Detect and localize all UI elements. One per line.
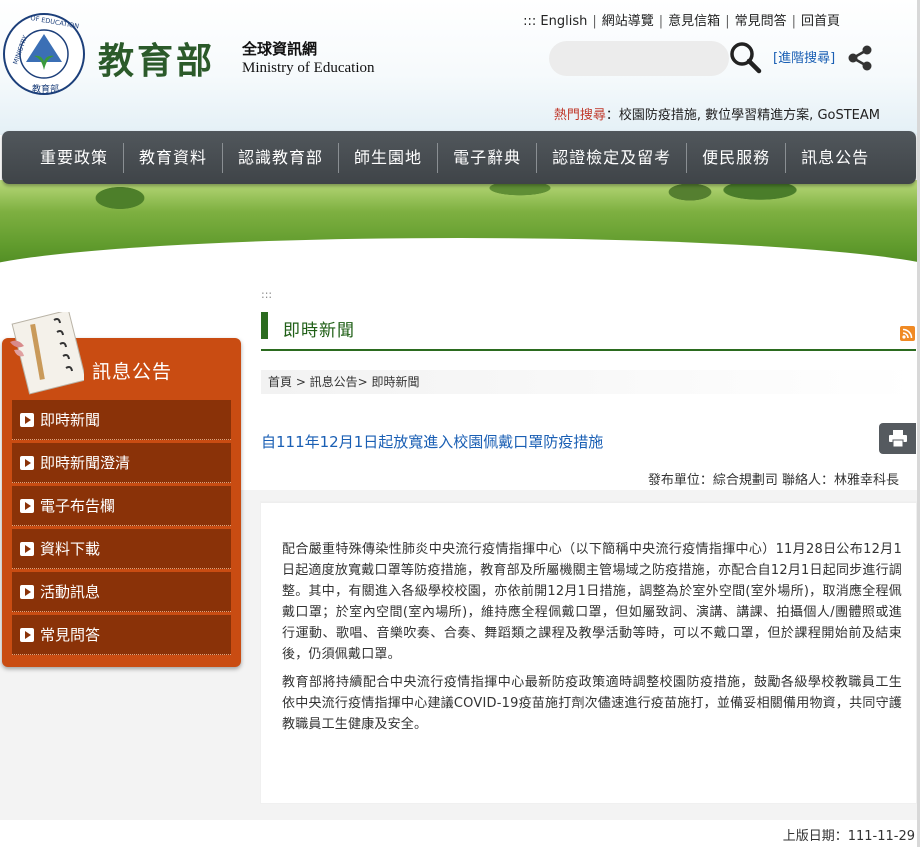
share-icon[interactable] [846,44,874,72]
rss-icon[interactable] [900,326,915,341]
nav-item-campus[interactable]: 師生園地 [339,142,439,173]
accesskey-marker[interactable]: ::: [261,288,272,301]
sidebar: 訊息公告 即時新聞 即時新聞澄清 電子布告欄 資料下載 活動訊息 常見問答 [2,312,241,667]
divider [261,349,916,351]
arrow-bullet-icon [20,585,34,599]
publisher-info: 發布單位：綜合規劃司 聯絡人：林雅幸科長 [647,473,899,488]
article-paragraph: 教育部將持續配合中央流行疫情指揮中心最新防疫政策適時調整校園防疫措施，鼓勵各級學… [282,675,902,732]
hero-banner [0,180,920,270]
advanced-search-link[interactable]: [進階搜尋] [773,47,835,66]
top-link-feedback[interactable]: 意見信箱 [668,14,720,29]
arrow-bullet-icon [20,499,34,513]
divider: | [592,14,597,29]
page-title: 即時新聞 [283,321,355,341]
sidebar-item-label: 電子布告欄 [40,497,116,515]
article-title: 自111年12月1日起放寬進入校園佩戴口罩防疫措施 [261,433,604,451]
nav-item-services[interactable]: 便民服務 [687,142,787,173]
arrow-bullet-icon [20,542,34,556]
sidebar-item-label: 資料下載 [40,540,101,558]
arrow-bullet-icon [20,456,34,470]
top-link-home[interactable]: 回首頁 [801,14,840,29]
banner-curve [0,238,920,270]
divider: | [658,14,664,29]
article-paragraph: 配合嚴重特殊傳染性肺炎中央流行疫情指揮中心（以下簡稱中央流行疫情指揮中心）11月… [282,542,902,662]
sidebar-item-label: 即時新聞澄清 [40,454,131,472]
sidebar-item-events[interactable]: 活動訊息 [12,572,231,612]
logo-english: Ministry of Education [242,60,375,76]
sidebar-item-news-clarification[interactable]: 即時新聞澄清 [12,443,231,483]
main-nav: 重要政策 教育資料 認識教育部 師生園地 電子辭典 認證檢定及留考 便民服務 訊… [2,131,916,184]
search-icon[interactable] [728,40,762,74]
banner-trees [0,180,920,220]
sidebar-item-bulletin[interactable]: 電子布告欄 [12,486,231,526]
nav-item-certification[interactable]: 認證檢定及留考 [537,142,688,173]
title-accent-bar [261,312,268,339]
print-button[interactable] [879,423,916,454]
sidebar-item-downloads[interactable]: 資料下載 [12,529,231,569]
sidebar-item-faq[interactable]: 常見問答 [12,615,231,655]
sidebar-item-label: 即時新聞 [40,411,101,429]
search-input[interactable] [549,41,729,76]
sidebar-item-label: 活動訊息 [40,583,101,601]
arrow-bullet-icon [20,628,34,642]
divider: | [725,14,730,29]
hot-search-label: 熱門搜尋 [553,108,606,123]
printer-icon [889,430,907,447]
post-date: 上版日期：111-11-29 [782,829,915,844]
moe-seal-logo[interactable]: MINISTRY OF EDUCATION 教育部 [2,12,86,96]
top-link-faq[interactable]: 常見問答 [735,14,787,29]
notebook-pen-icon [10,312,84,395]
logo-portal-name: 全球資訊網 [242,40,318,58]
site-header: MINISTRY OF EDUCATION 教育部 教育部 全球資訊網 Mini… [0,0,920,135]
svg-text:教育部: 教育部 [32,83,59,95]
nav-item-policy[interactable]: 重要政策 [25,142,125,173]
divider: | [791,14,796,29]
nav-item-announcements[interactable]: 訊息公告 [786,143,884,173]
hot-search-terms[interactable]: ：校園防疫措施, 數位學習精進方案, GoSTEAM [606,108,880,123]
nav-item-about[interactable]: 認識教育部 [223,142,340,173]
sidebar-title: 訊息公告 [92,361,173,383]
nav-item-dictionary[interactable]: 電子辭典 [438,142,538,173]
sidebar-item-label: 常見問答 [40,626,101,644]
logo-chinese[interactable]: 教育部 [98,32,215,84]
top-link-english[interactable]: ::: English [523,14,587,29]
top-link-sitemap[interactable]: 網站導覽 [602,14,654,29]
sidebar-item-news[interactable]: 即時新聞 [12,400,231,440]
breadcrumb[interactable]: 首頁 > 訊息公告> 即時新聞 [261,370,916,394]
hot-search: 熱門搜尋：校園防疫措施, 數位學習精進方案, GoSTEAM [554,104,880,123]
top-links: ::: English | 網站導覽 | 意見信箱 | 常見問答 | 回首頁 [523,10,840,29]
arrow-bullet-icon [20,413,34,427]
nav-item-education-data[interactable]: 教育資料 [124,142,224,173]
